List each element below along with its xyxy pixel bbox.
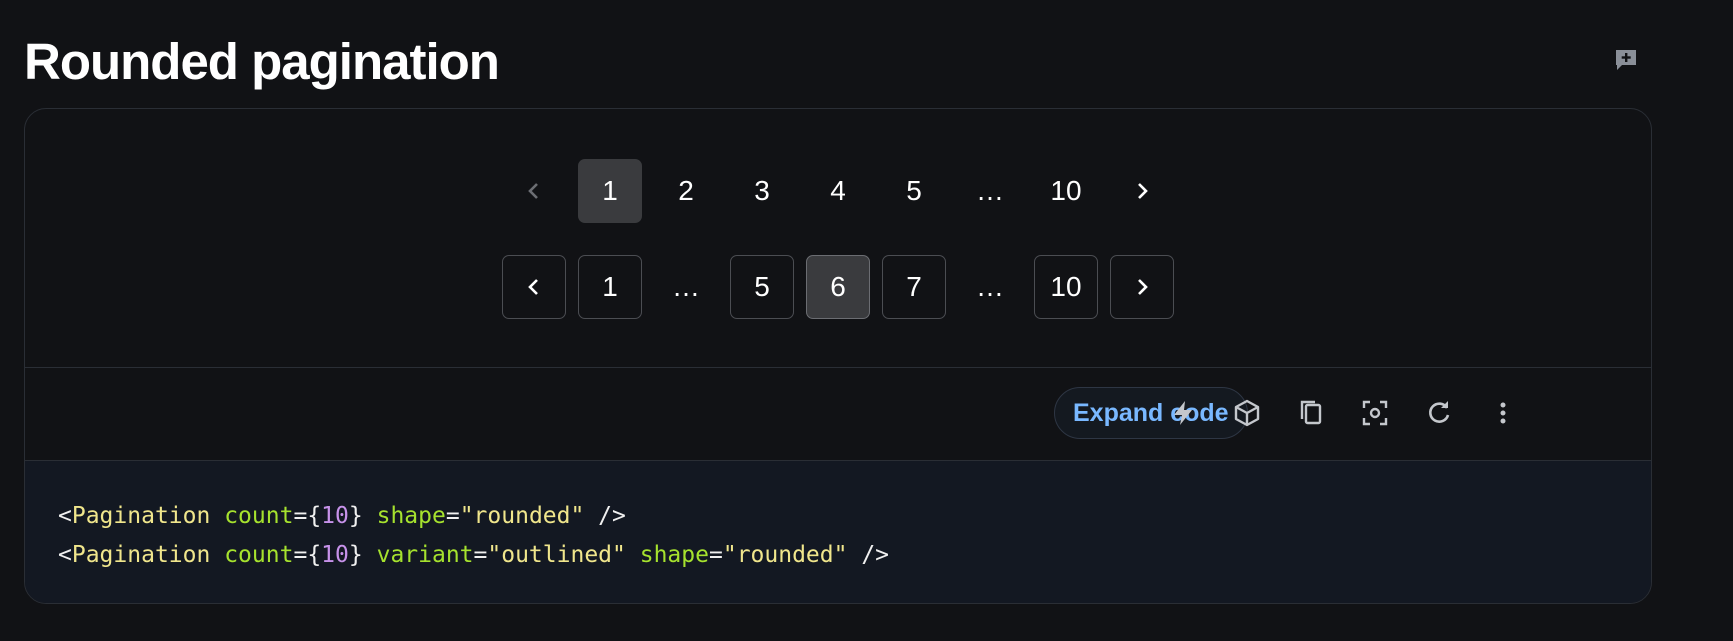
page-button-6[interactable]: 6	[806, 255, 870, 319]
page-ellipsis: …	[976, 271, 1004, 302]
previous-page-button[interactable]	[502, 159, 566, 223]
next-page-button[interactable]	[1110, 255, 1174, 319]
code-token: {	[307, 542, 322, 568]
code-token: "rounded"	[459, 503, 585, 529]
chevron-left-icon	[522, 179, 546, 203]
more-vertical-icon	[1498, 399, 1508, 427]
chevron-left-icon	[522, 275, 546, 299]
code-token: "outlined"	[487, 542, 626, 568]
code-token: 10	[321, 503, 349, 529]
page-title: Rounded pagination	[24, 33, 500, 90]
code-line-1: <Pagination count={10} shape="rounded" /…	[58, 503, 626, 529]
code-token: count	[224, 503, 294, 529]
code-token: 10	[321, 542, 349, 568]
code-token: }	[348, 542, 363, 568]
reset-focus-button[interactable]	[1357, 395, 1393, 431]
code-token: />	[584, 503, 626, 529]
code-token: count	[224, 542, 294, 568]
open-in-stackblitz-button[interactable]	[1165, 395, 1201, 431]
expand-code-button[interactable]: Expand code	[1054, 387, 1248, 439]
bolt-icon	[1170, 399, 1196, 427]
demo-card: 1 2 3 4 5 … 10 1 … 5 6 7 … 10 Expand cod…	[24, 108, 1652, 604]
page-button-1[interactable]: 1	[578, 159, 642, 223]
code-line-2: <Pagination count={10} variant="outlined…	[58, 542, 889, 568]
refresh-icon	[1425, 399, 1453, 427]
cube-icon	[1233, 399, 1261, 427]
code-token: "rounded"	[722, 542, 848, 568]
page-button-2[interactable]: 2	[654, 159, 718, 223]
code-token: =	[293, 542, 308, 568]
page-button-7[interactable]: 7	[882, 255, 946, 319]
demo-preview: 1 2 3 4 5 … 10 1 … 5 6 7 … 10	[25, 109, 1651, 368]
code-token: Pagination	[71, 503, 211, 529]
page-button-10[interactable]: 10	[1034, 159, 1098, 223]
next-page-button[interactable]	[1110, 159, 1174, 223]
code-token: =	[708, 542, 723, 568]
add-comment-button[interactable]	[1610, 46, 1642, 74]
code-toolbar: Expand code	[25, 368, 1651, 461]
code-token: shape	[639, 542, 709, 568]
page-ellipsis: …	[976, 175, 1004, 206]
chevron-right-icon	[1130, 275, 1154, 299]
code-token: }	[348, 503, 363, 529]
code-token: {	[307, 503, 322, 529]
more-options-button[interactable]	[1485, 395, 1521, 431]
code-token: shape	[376, 503, 446, 529]
code-token: =	[293, 503, 308, 529]
comment-add-icon	[1614, 49, 1638, 71]
pagination-outlined-rounded: 1 … 5 6 7 … 10	[25, 255, 1651, 319]
page-ellipsis: …	[672, 271, 700, 302]
code-token: =	[473, 542, 488, 568]
screenshot-icon	[1361, 399, 1389, 427]
page-button-3[interactable]: 3	[730, 159, 794, 223]
pagination-rounded: 1 2 3 4 5 … 10	[25, 159, 1651, 223]
code-token: <	[58, 542, 72, 568]
page-button-4[interactable]: 4	[806, 159, 870, 223]
reset-demo-button[interactable]	[1421, 395, 1457, 431]
code-token: Pagination	[71, 542, 211, 568]
code-token: />	[847, 542, 890, 568]
code-snippet: <Pagination count={10} shape="rounded" /…	[58, 497, 889, 575]
page-button-5[interactable]: 5	[882, 159, 946, 223]
page-button-1[interactable]: 1	[578, 255, 642, 319]
code-token: variant	[376, 542, 474, 568]
page-button-5[interactable]: 5	[730, 255, 794, 319]
copy-icon	[1298, 399, 1324, 427]
code-preview: <Pagination count={10} shape="rounded" /…	[25, 461, 1651, 603]
chevron-right-icon	[1130, 179, 1154, 203]
code-token: <	[58, 503, 72, 529]
code-token: =	[445, 503, 460, 529]
previous-page-button[interactable]	[502, 255, 566, 319]
copy-source-button[interactable]	[1293, 395, 1329, 431]
page-button-10[interactable]: 10	[1034, 255, 1098, 319]
open-in-codesandbox-button[interactable]	[1229, 395, 1265, 431]
